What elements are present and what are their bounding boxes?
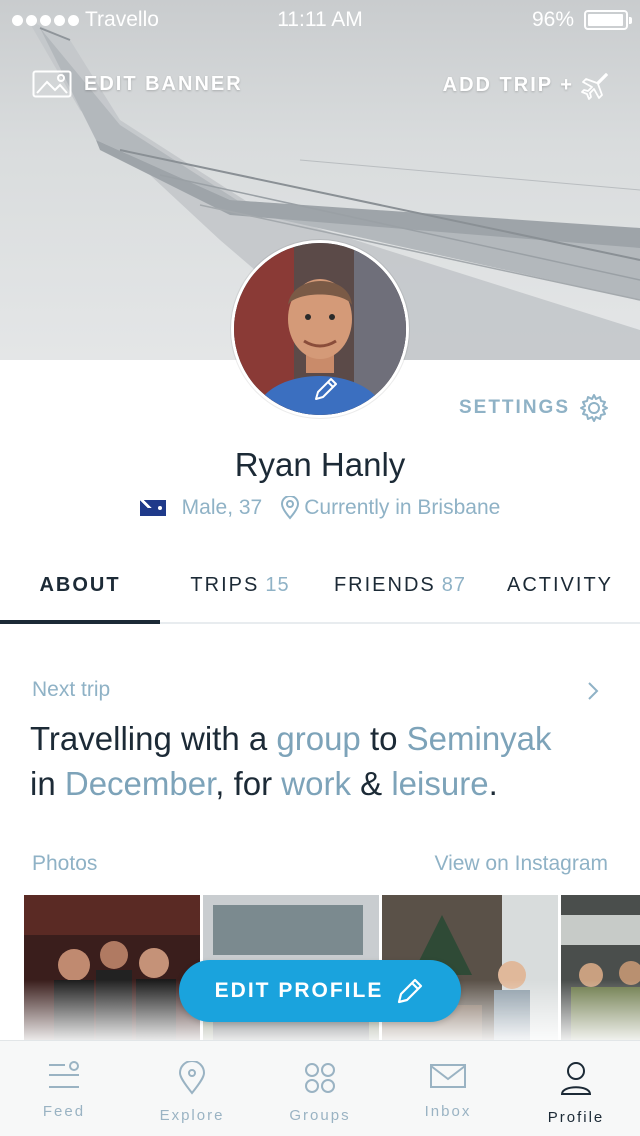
nav-label: Feed	[42, 1103, 86, 1120]
tab-label: ABOUT	[39, 573, 121, 596]
trip-purpose-work-link[interactable]: work	[281, 765, 351, 802]
battery-status: 96%	[531, 8, 632, 32]
trip-month-link[interactable]: December	[65, 765, 215, 802]
nav-label: Explore	[159, 1107, 225, 1124]
tab-label: ACTIVITY	[506, 573, 613, 596]
settings-button[interactable]: SETTINGS	[459, 392, 610, 424]
nav-label: Groups	[289, 1107, 351, 1124]
bottom-navigation: Feed Explore Groups Inbox Profile	[0, 1040, 640, 1136]
tab-count: 15	[265, 573, 290, 596]
battery-fill	[588, 14, 623, 26]
next-trip-label: Next trip	[32, 678, 111, 701]
profile-avatar[interactable]	[231, 240, 409, 418]
nav-explore[interactable]: Explore	[128, 1041, 256, 1136]
tab-friends[interactable]: FRIENDS 87	[320, 548, 480, 622]
current-location: Currently in Brisbane	[304, 496, 501, 519]
battery-percent: 96%	[531, 8, 574, 31]
tab-label: TRIPS	[190, 573, 260, 596]
pencil-icon	[315, 378, 337, 400]
location-pin-icon	[178, 1061, 206, 1095]
trip-group-link[interactable]: group	[276, 720, 360, 757]
nav-groups[interactable]: Groups	[256, 1041, 384, 1136]
pencil-icon	[398, 978, 423, 1004]
nav-label: Profile	[547, 1109, 605, 1126]
photo-thumbnail[interactable]	[24, 895, 200, 1040]
trip-destination-link[interactable]: Seminyak	[407, 720, 552, 757]
airplane-icon	[581, 73, 608, 100]
trip-text-part: .	[488, 765, 498, 802]
edit-banner-button[interactable]: EDIT BANNER	[32, 70, 243, 98]
image-icon	[32, 70, 72, 98]
nav-inbox[interactable]: Inbox	[384, 1041, 512, 1136]
trip-text-part: Travelling with a	[30, 720, 277, 757]
photos-label: Photos	[32, 852, 98, 875]
add-trip-button[interactable]: ADD TRIP +	[443, 70, 610, 100]
gender-age: Male, 37	[181, 496, 263, 519]
nav-profile[interactable]: Profile	[512, 1041, 640, 1136]
view-on-instagram-link[interactable]: View on Instagram	[434, 852, 608, 876]
trip-purpose-leisure-link[interactable]: leisure	[391, 765, 488, 802]
groups-icon	[305, 1063, 335, 1093]
trip-text-part: &	[350, 765, 392, 802]
tab-about[interactable]: ABOUT	[0, 548, 160, 624]
profile-name: Ryan Hanly	[234, 446, 406, 483]
trip-text-part: in	[30, 765, 65, 802]
add-trip-label: ADD TRIP +	[442, 73, 574, 96]
profile-meta: Male, 37 Currently in Brisbane	[0, 496, 640, 520]
australia-flag-icon	[139, 500, 166, 516]
chevron-right-icon[interactable]	[586, 680, 600, 702]
envelope-icon	[430, 1064, 466, 1088]
gear-icon	[580, 394, 608, 422]
trip-text-part: , for	[215, 765, 282, 802]
tab-trips[interactable]: TRIPS 15	[160, 548, 320, 622]
nav-label: Inbox	[424, 1103, 472, 1120]
edit-profile-button[interactable]: EDIT PROFILE	[179, 960, 461, 1022]
battery-icon	[584, 10, 632, 30]
status-bar: Travello 11:11 AM 96%	[0, 0, 640, 40]
nav-feed[interactable]: Feed	[0, 1041, 128, 1136]
feed-icon	[49, 1061, 79, 1088]
trip-text-part: to	[360, 720, 407, 757]
tab-activity[interactable]: ACTIVITY	[480, 548, 640, 622]
profile-tabs: ABOUT TRIPS 15 FRIENDS 87 ACTIVITY	[0, 548, 640, 624]
tab-count: 87	[441, 573, 467, 596]
person-icon	[560, 1062, 592, 1095]
edit-profile-label: EDIT PROFILE	[214, 979, 384, 1002]
settings-label: SETTINGS	[458, 397, 570, 418]
next-trip-description[interactable]: Travelling with a group to Seminyak in D…	[30, 716, 610, 806]
photo-thumbnail[interactable]	[561, 895, 640, 1040]
tab-label: FRIENDS	[333, 573, 436, 596]
location-pin-icon	[281, 496, 300, 520]
edit-banner-label: EDIT BANNER	[84, 72, 243, 95]
